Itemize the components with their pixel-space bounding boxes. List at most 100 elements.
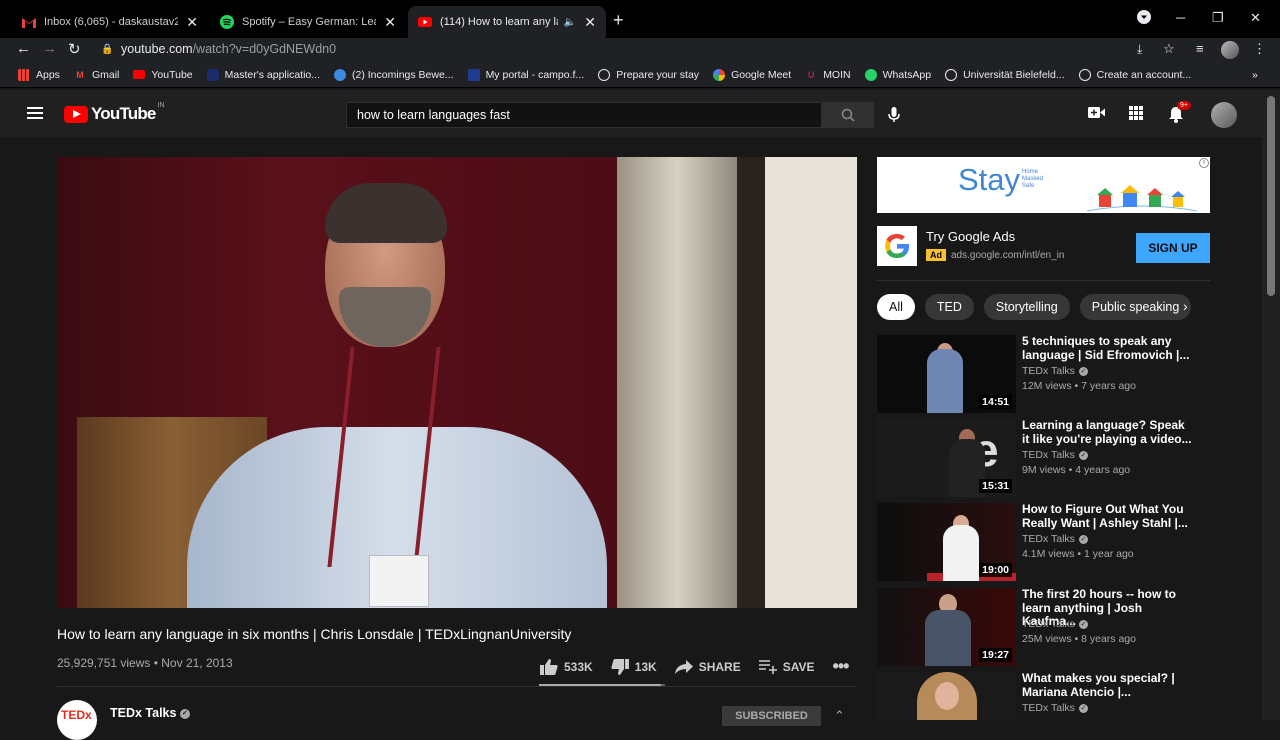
video-channel[interactable]: TEDx Talks ✓ — [1022, 365, 1088, 377]
bookmark-icon — [206, 68, 219, 81]
bookmark-moin[interactable]: U MOIN — [805, 69, 851, 81]
browser-tab-strip: Inbox (6,065) - daskaustav2001@ ✕ Spotif… — [0, 0, 1280, 38]
video-duration: 19:27 — [979, 648, 1012, 662]
logo-text: YouTube — [91, 104, 156, 123]
search-button[interactable] — [822, 102, 874, 128]
ad-url: ads.google.com/intl/en_in — [951, 250, 1065, 261]
bookmark-whatsapp[interactable]: WhatsApp — [864, 68, 931, 81]
video-actions: 533K 13K SHARE SAVE ••• — [540, 656, 866, 677]
youtube-logo[interactable]: YouTube IN — [64, 102, 165, 124]
bookmark-meet[interactable]: Google Meet — [713, 68, 791, 81]
gmail-icon: M — [76, 69, 84, 80]
video-channel[interactable]: TEDx Talks ✓ — [1022, 702, 1088, 714]
microphone-icon[interactable] — [887, 107, 901, 128]
bookmark-bielefeld[interactable]: Universität Bielefeld... — [945, 68, 1065, 81]
video-title[interactable]: What makes you special? | Mariana Atenci… — [1022, 671, 1192, 699]
like-button[interactable]: 533K — [540, 658, 593, 675]
dislike-button[interactable]: 13K — [611, 658, 657, 675]
bookmark-apps[interactable]: Apps — [18, 68, 60, 81]
verified-icon: ✓ — [1078, 450, 1088, 460]
ad-info-icon[interactable]: i — [1199, 158, 1209, 168]
share-label: SHARE — [698, 659, 741, 674]
tab-spotify[interactable]: Spotify – Easy German: Learn Ger ✕ — [210, 6, 406, 38]
install-icon[interactable]: ⤓ — [1137, 42, 1142, 57]
globe-icon — [598, 68, 611, 81]
bookmark-create-account[interactable]: Create an account... — [1078, 68, 1191, 81]
scrollbar-thumb[interactable] — [1267, 96, 1275, 296]
account-avatar[interactable] — [1211, 102, 1237, 128]
bookmark-star-icon[interactable]: ☆ — [1163, 41, 1175, 57]
bookmark-youtube[interactable]: YouTube — [133, 69, 193, 81]
chip-public-speaking[interactable]: Public speaking — [1079, 294, 1192, 320]
chip-all[interactable]: All — [877, 294, 915, 320]
maximize-icon[interactable]: ❐ — [1212, 10, 1224, 26]
bookmark-incomings[interactable]: (2) Incomings Bewe... — [334, 68, 454, 81]
search-input[interactable] — [346, 102, 822, 128]
video-thumbnail[interactable] — [877, 672, 1016, 720]
bookmark-prepare[interactable]: Prepare your stay — [598, 68, 699, 81]
ad-banner[interactable]: Stay Home Masked Safe i — [877, 157, 1210, 213]
apps-icon[interactable] — [1129, 106, 1143, 125]
chip-storytelling[interactable]: Storytelling — [983, 294, 1070, 320]
profile-avatar[interactable] — [1221, 41, 1239, 59]
back-icon[interactable]: ← — [16, 40, 31, 57]
playlist-add-icon — [758, 659, 777, 674]
video-channel[interactable]: TEDx Talks ✓ — [1022, 533, 1088, 545]
sign-up-button[interactable]: SIGN UP — [1136, 233, 1210, 263]
bookmark-gmail[interactable]: M Gmail — [74, 69, 119, 81]
create-video-icon[interactable] — [1088, 106, 1105, 124]
new-tab-button[interactable]: + — [613, 10, 624, 31]
recommended-video[interactable]: 14:51 5 techniques to speak any language… — [877, 334, 1210, 413]
chip-ted[interactable]: TED — [924, 294, 974, 320]
portal-icon — [467, 68, 480, 81]
channel-avatar[interactable]: TEDx — [57, 700, 97, 740]
video-channel[interactable]: TEDx Talks ✓ — [1022, 618, 1088, 630]
video-channel[interactable]: TEDx Talks ✓ — [1022, 449, 1088, 461]
tab-gmail[interactable]: Inbox (6,065) - daskaustav2001@ ✕ — [12, 6, 208, 38]
bookmark-masters[interactable]: Master's applicatio... — [206, 68, 320, 81]
chevron-right-icon[interactable]: › — [1183, 298, 1188, 314]
url-text[interactable]: youtube.com/watch?v=d0yGdNEWdn0 — [121, 42, 336, 56]
ad-title[interactable]: Try Google Ads — [926, 229, 1015, 244]
page-scrollbar[interactable] — [1262, 90, 1280, 720]
close-tab-icon[interactable]: ✕ — [384, 14, 396, 31]
reload-icon[interactable]: ↻ — [68, 40, 81, 58]
video-title[interactable]: Learning a language? Speak it like you'r… — [1022, 418, 1192, 446]
video-thumbnail[interactable]: 14:51 — [877, 335, 1016, 413]
menu-icon[interactable] — [27, 107, 43, 119]
speaker-icon[interactable]: 🔈 — [564, 17, 576, 28]
close-window-icon[interactable]: ✕ — [1250, 10, 1261, 26]
video-title[interactable]: 5 techniques to speak any language | Sid… — [1022, 334, 1192, 362]
recommended-video[interactable]: What makes you special? | Mariana Atenci… — [877, 671, 1210, 720]
close-tab-icon[interactable]: ✕ — [186, 14, 198, 31]
close-tab-icon[interactable]: ✕ — [584, 14, 596, 31]
more-actions-icon[interactable]: ••• — [833, 656, 850, 677]
tab-search-icon[interactable] — [1137, 10, 1151, 27]
recommended-video[interactable]: e 15:31 Learning a language? Speak it li… — [877, 418, 1210, 497]
share-button[interactable]: SHARE — [674, 659, 741, 674]
notification-bell-icon[interactable]: ⌃ — [834, 708, 845, 724]
save-button[interactable]: SAVE — [758, 659, 815, 674]
thumbs-up-icon — [540, 658, 558, 675]
forward-icon[interactable]: → — [42, 40, 57, 57]
video-thumbnail[interactable]: 19:27 — [877, 588, 1016, 666]
minimize-icon[interactable]: ─ — [1176, 10, 1185, 25]
recommended-video[interactable]: 19:00 How to Figure Out What You Really … — [877, 502, 1210, 581]
media-control-icon[interactable]: ≡ — [1196, 41, 1204, 56]
globe-icon — [334, 68, 347, 81]
omnibox[interactable]: 🔒 youtube.com/watch?v=d0yGdNEWdn0 — [95, 38, 1265, 60]
video-title[interactable]: How to Figure Out What You Really Want |… — [1022, 502, 1192, 530]
spotify-icon — [220, 15, 234, 29]
video-thumbnail[interactable]: 19:00 — [877, 503, 1016, 581]
more-bookmarks-button[interactable]: » — [1252, 69, 1258, 81]
channel-name[interactable]: TEDx Talks ✓ — [110, 706, 190, 720]
bookmarks-bar: Apps M Gmail YouTube Master's applicatio.… — [0, 62, 1280, 88]
recommended-video[interactable]: 19:27 The first 20 hours -- how to learn… — [877, 587, 1210, 666]
verified-icon: ✓ — [1078, 619, 1088, 629]
subscribe-button[interactable]: SUBSCRIBED — [722, 706, 821, 726]
video-player[interactable] — [57, 157, 857, 608]
chrome-menu-icon[interactable]: ⋮ — [1253, 41, 1266, 57]
bookmark-portal[interactable]: My portal - campo.f... — [467, 68, 584, 81]
tab-youtube[interactable]: (114) How to learn any langu 🔈 ✕ — [408, 6, 606, 38]
video-thumbnail[interactable]: e 15:31 — [877, 419, 1016, 497]
